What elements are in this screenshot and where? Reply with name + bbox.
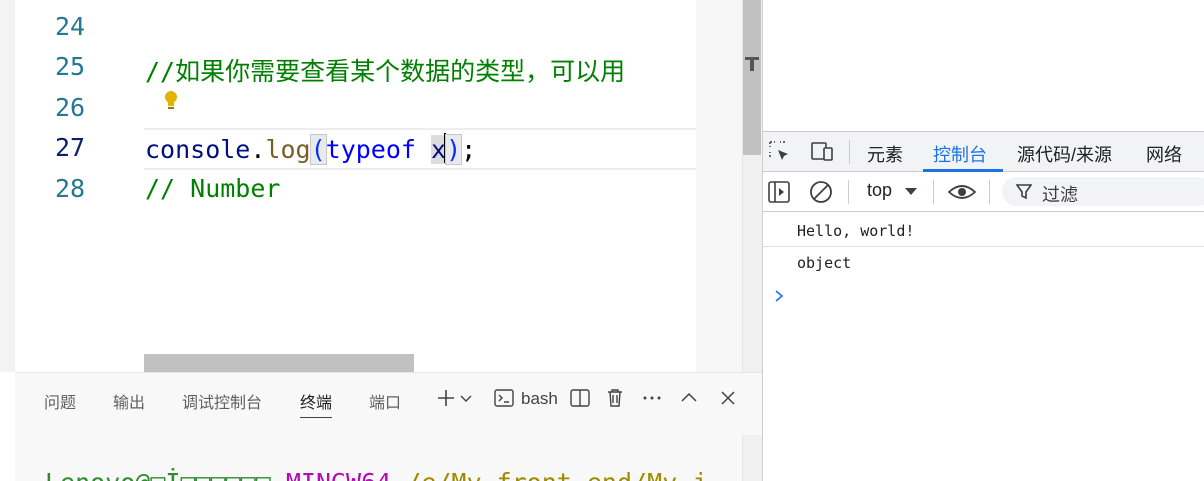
- trash-icon[interactable]: [604, 387, 626, 409]
- device-toolbar-icon[interactable]: [809, 139, 835, 165]
- code-line-console-log[interactable]: console.log(typeof x);: [145, 133, 477, 165]
- tab-network[interactable]: 网络: [1146, 141, 1182, 167]
- filter-placeholder: 过滤: [1042, 185, 1078, 205]
- filter-input[interactable]: 过滤: [1002, 177, 1204, 206]
- filter-icon: [1016, 184, 1032, 200]
- lightbulb-icon[interactable]: [163, 90, 179, 112]
- console-message[interactable]: object: [797, 254, 851, 272]
- line-number: 24: [55, 12, 86, 41]
- horizontal-scrollbar[interactable]: [144, 354, 414, 372]
- dropdown-arrow-icon[interactable]: [905, 188, 917, 195]
- tab-terminal[interactable]: 终端: [300, 389, 333, 418]
- chevron-up-icon[interactable]: [678, 387, 700, 409]
- inspect-element-icon[interactable]: [767, 139, 793, 165]
- more-icon[interactable]: [641, 387, 663, 409]
- divider: [763, 246, 1204, 247]
- live-expression-eye-icon[interactable]: [947, 179, 977, 205]
- terminal-output[interactable]: Lenovo@□İ□□□□□□ MINGW64 /e/My-front-end/…: [45, 468, 707, 481]
- terminal-scrollbar[interactable]: [742, 435, 762, 481]
- clear-console-icon[interactable]: [808, 179, 834, 205]
- terminal-icon[interactable]: [493, 387, 515, 409]
- preview-area: [763, 0, 1204, 131]
- terminal-host: Lenovo@□İ□□□□□□: [45, 468, 271, 481]
- divider: [933, 180, 934, 204]
- tab-debug-console[interactable]: 调试控制台: [182, 389, 262, 413]
- context-select[interactable]: top: [867, 180, 892, 201]
- code-token: typeof: [325, 135, 431, 164]
- vertical-scrollbar-thumb[interactable]: [743, 0, 761, 155]
- terminal-mingw: MINGW64: [286, 468, 391, 481]
- tab-output[interactable]: 输出: [113, 389, 145, 413]
- scroll-marker-icon: [745, 57, 759, 71]
- line-number-active: 27: [55, 133, 86, 162]
- code-area[interactable]: 24 25 //如果你需要查看某个数据的类型，可以用 26 27 console…: [15, 0, 696, 372]
- chevron-down-icon[interactable]: [459, 387, 473, 409]
- bracket-match: (: [309, 134, 327, 165]
- sidebar-toggle-icon[interactable]: [766, 179, 792, 205]
- tab-console[interactable]: 控制台: [933, 141, 987, 167]
- terminal-path: /e/My-front-end/My-j: [406, 468, 707, 481]
- code-token: .: [250, 135, 266, 164]
- tab-elements[interactable]: 元素: [867, 141, 903, 167]
- split-terminal-icon[interactable]: [569, 387, 591, 409]
- divider: [989, 180, 990, 204]
- bracket-match: ): [445, 134, 463, 165]
- console-message[interactable]: Hello, world!: [797, 222, 914, 240]
- tab-ports[interactable]: 端口: [369, 389, 401, 413]
- divider: [849, 140, 850, 164]
- tab-problems[interactable]: 问题: [44, 389, 76, 413]
- line-number: 28: [55, 174, 86, 203]
- console-toolbar: top 过滤: [763, 172, 1204, 212]
- code-line-comment[interactable]: //如果你需要查看某个数据的类型，可以用: [145, 52, 625, 88]
- shell-label[interactable]: bash: [521, 389, 558, 409]
- line-number: 26: [55, 93, 86, 122]
- console-prompt-chevron-icon[interactable]: [772, 286, 786, 306]
- code-token: console: [145, 135, 251, 164]
- line-number: 25: [55, 52, 86, 81]
- divider: [848, 180, 849, 204]
- code-token: ;: [461, 135, 477, 164]
- devtools-panel: 元素 控制台 源代码/来源 网络 top 过滤 Hello, world! ob…: [762, 0, 1204, 481]
- bottom-panel: 问题 输出 调试控制台 终端 端口 bash Lenovo@□İ□□□□□□ M…: [15, 372, 762, 481]
- plus-icon[interactable]: [435, 387, 457, 409]
- code-token: log: [265, 135, 311, 164]
- activity-edge: [0, 0, 15, 372]
- close-icon[interactable]: [717, 387, 739, 409]
- devtools-tabbar: 元素 控制台 源代码/来源 网络: [763, 131, 1204, 172]
- code-line-comment[interactable]: // Number: [145, 174, 280, 203]
- tab-sources[interactable]: 源代码/来源: [1017, 141, 1112, 167]
